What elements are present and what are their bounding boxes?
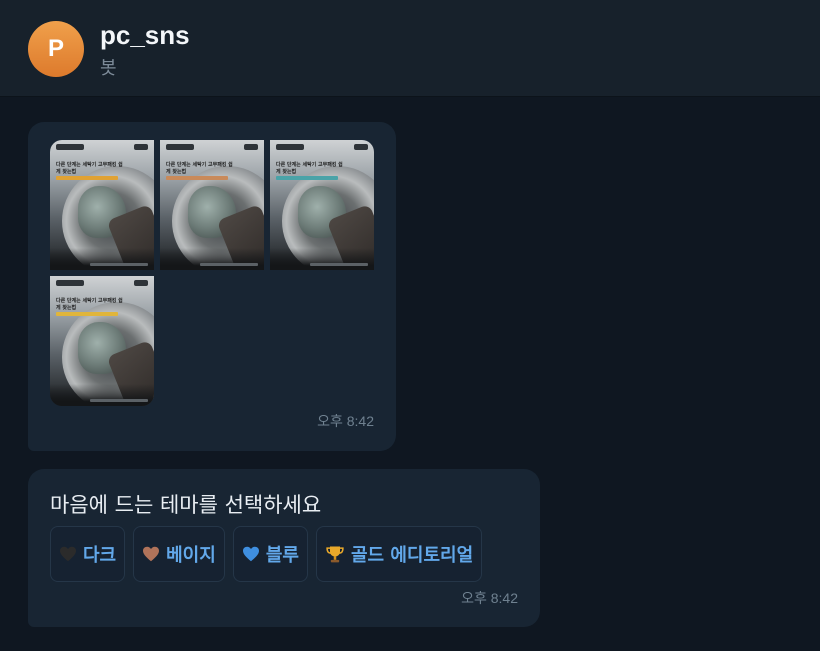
theme-button-label: 다크	[83, 545, 117, 566]
message-time: 오후 8:42	[317, 413, 374, 429]
image-headline: 다른 단계는 세탁기 고무패킹 쉽게 찾는법	[56, 162, 123, 175]
image-topbar	[276, 144, 368, 150]
image-topbar	[56, 280, 148, 286]
theme-button-dark[interactable]: 다크	[50, 526, 126, 582]
theme-button-label: 베이지	[166, 545, 216, 566]
chat-header: P pc_sns 봇	[0, 0, 820, 97]
image-footer	[270, 248, 374, 270]
message-time: 오후 8:42	[461, 590, 518, 606]
avatar[interactable]: P	[28, 21, 84, 77]
headline-accent	[276, 176, 338, 180]
album-message: 다른 단계는 세탁기 고무패킹 쉽게 찾는법 다른 단계는 세탁기 고무패킹 쉽…	[28, 122, 396, 451]
theme-button-label: 블루	[265, 545, 299, 566]
theme-message: 마음에 드는 테마를 선택하세요 다크 베이지 블루 골드 에디토리얼 오후 8…	[28, 469, 540, 627]
chat-title[interactable]: pc_sns	[100, 20, 190, 51]
album-image-1[interactable]: 다른 단계는 세탁기 고무패킹 쉽게 찾는법	[50, 140, 154, 270]
theme-button-gold-editorial[interactable]: 골드 에디토리얼	[315, 526, 483, 582]
image-footer	[50, 248, 154, 270]
message-text: 마음에 드는 테마를 선택하세요	[50, 493, 322, 517]
black-heart-icon	[59, 546, 77, 562]
headline-accent	[56, 312, 118, 316]
image-headline: 다른 단계는 세탁기 고무패킹 쉽게 찾는법	[166, 162, 233, 175]
image-topbar	[166, 144, 258, 150]
theme-button-beige[interactable]: 베이지	[133, 526, 225, 582]
inline-keyboard: 다크 베이지 블루 골드 에디토리얼	[50, 526, 483, 582]
theme-button-blue[interactable]: 블루	[232, 526, 308, 582]
image-footer	[50, 384, 154, 406]
album-image-4[interactable]: 다른 단계는 세탁기 고무패킹 쉽게 찾는법	[50, 276, 154, 406]
blue-heart-icon	[242, 546, 260, 562]
image-footer	[160, 248, 264, 270]
album-image-3[interactable]: 다른 단계는 세탁기 고무패킹 쉽게 찾는법	[270, 140, 374, 270]
image-headline: 다른 단계는 세탁기 고무패킹 쉽게 찾는법	[56, 298, 123, 311]
chat-subtitle: 봇	[100, 58, 117, 79]
headline-accent	[166, 176, 228, 180]
image-album: 다른 단계는 세탁기 고무패킹 쉽게 찾는법 다른 단계는 세탁기 고무패킹 쉽…	[50, 140, 374, 406]
theme-button-label: 골드 에디토리얼	[350, 545, 474, 566]
brown-heart-icon	[142, 546, 160, 562]
image-topbar	[56, 144, 148, 150]
album-image-2[interactable]: 다른 단계는 세탁기 고무패킹 쉽게 찾는법	[160, 140, 264, 270]
headline-accent	[56, 176, 118, 180]
image-headline: 다른 단계는 세탁기 고무패킹 쉽게 찾는법	[276, 162, 343, 175]
trophy-icon	[325, 544, 345, 564]
